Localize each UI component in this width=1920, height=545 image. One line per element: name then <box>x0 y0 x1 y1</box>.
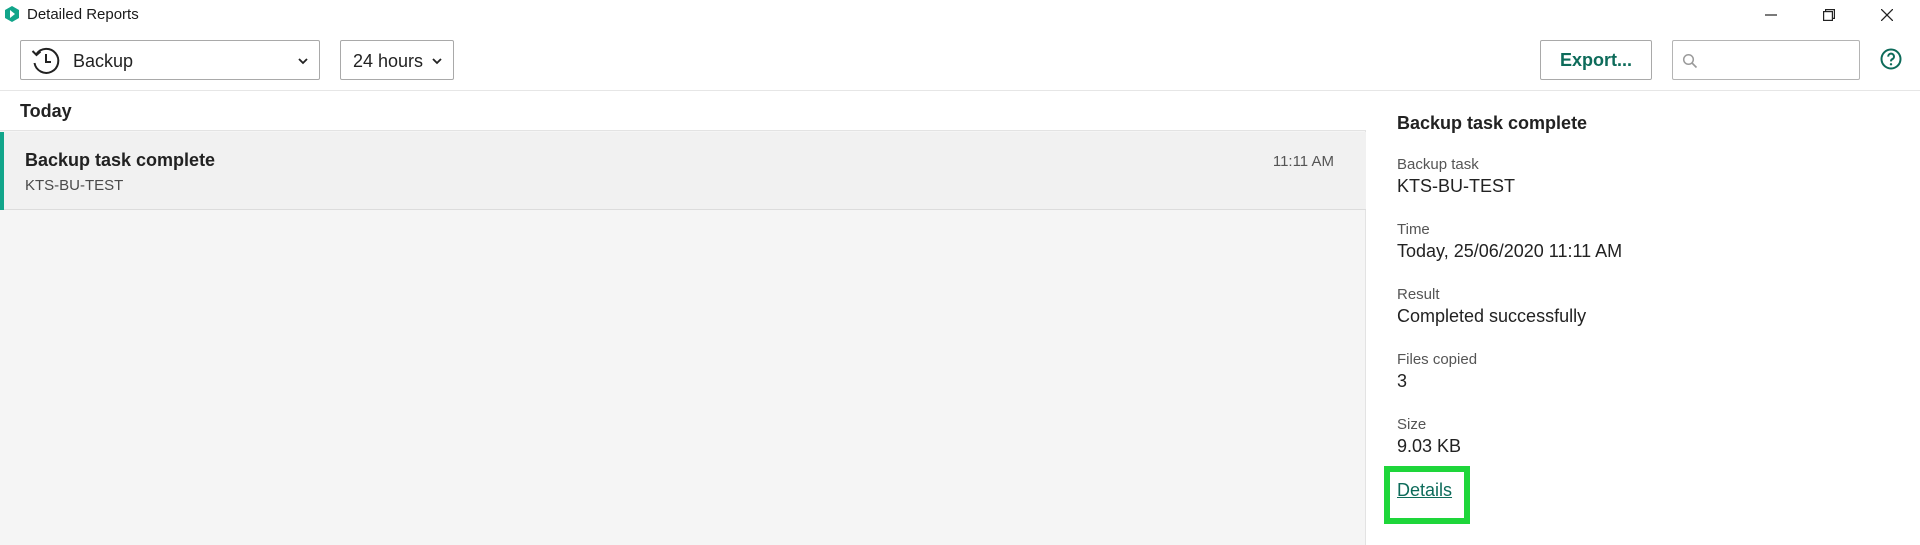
chevron-down-icon <box>432 58 442 65</box>
selected-indicator <box>0 132 4 210</box>
field-label-files-copied: Files copied <box>1397 351 1478 368</box>
restore-icon <box>1823 9 1835 21</box>
search-icon <box>1682 53 1698 69</box>
time-range-select[interactable]: 24 hours <box>340 40 454 80</box>
search-input[interactable] <box>1705 49 1853 71</box>
report-type-value: Backup <box>73 51 134 71</box>
field-value-result: Completed successfully <box>1397 306 1587 326</box>
close-icon <box>1881 9 1893 21</box>
search-field[interactable] <box>1672 40 1860 80</box>
detail-panel: Backup task complete Backup task KTS-BU-… <box>1367 91 1920 545</box>
window-title: Detailed Reports <box>27 6 139 23</box>
title-bar: Detailed Reports <box>0 0 1920 30</box>
report-type-select[interactable]: Backup <box>20 40 320 80</box>
minimize-button[interactable] <box>1742 0 1800 30</box>
help-icon[interactable] <box>1880 48 1902 70</box>
list-item-subtitle: KTS-BU-TEST <box>25 177 124 194</box>
field-label-size: Size <box>1397 416 1427 433</box>
field-label-backup-task: Backup task <box>1397 156 1479 173</box>
export-button[interactable]: Export... <box>1540 40 1652 80</box>
group-header-label: Today <box>20 101 72 121</box>
list-item-time: 11:11 AM <box>1272 153 1334 170</box>
time-range-value: 24 hours <box>353 51 424 71</box>
field-value-size: 9.03 KB <box>1397 436 1462 456</box>
list-item-title: Backup task complete <box>25 150 216 170</box>
field-value-files-copied: 3 <box>1397 371 1408 391</box>
history-icon <box>31 47 60 74</box>
app-logo-icon <box>5 6 19 22</box>
field-value-time: Today, 25/06/2020 11:11 AM <box>1397 241 1623 261</box>
list-item[interactable]: Backup task complete KTS-BU-TEST 11:11 A… <box>0 132 1366 210</box>
field-value-backup-task: KTS-BU-TEST <box>1397 176 1516 196</box>
close-button[interactable] <box>1858 0 1916 30</box>
restore-button[interactable] <box>1800 0 1858 30</box>
chevron-down-icon <box>298 58 308 65</box>
group-header: Today <box>0 91 1366 131</box>
toolbar: Backup 24 hours Export... <box>0 30 1920 91</box>
details-link[interactable]: Details <box>1397 480 1452 501</box>
minimize-icon <box>1765 14 1777 16</box>
field-label-result: Result <box>1397 286 1440 303</box>
field-label-time: Time <box>1397 221 1430 238</box>
report-list: Today Backup task complete KTS-BU-TEST 1… <box>0 91 1366 545</box>
detail-title: Backup task complete <box>1397 113 1588 133</box>
